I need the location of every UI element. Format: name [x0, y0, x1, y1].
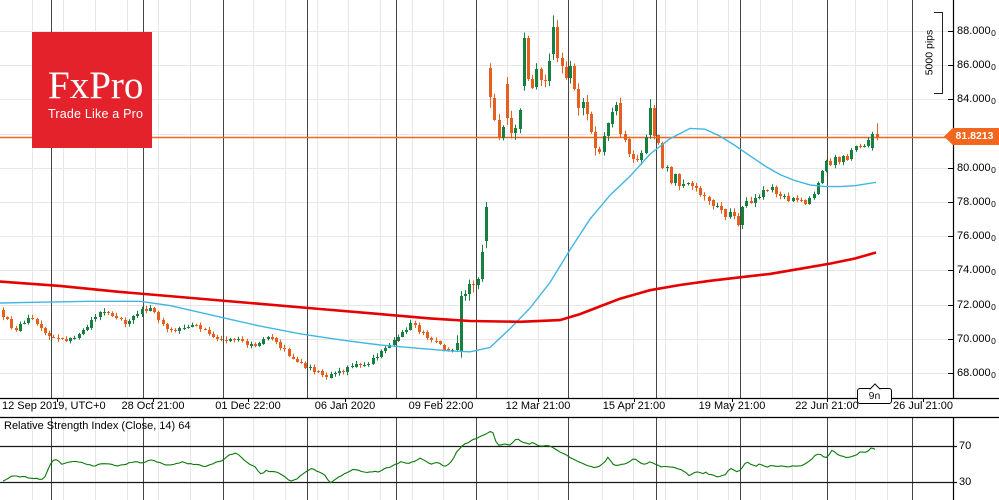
current-price-badge: 81.8213	[944, 128, 999, 145]
time-axis-label: 22 Jun 21:00	[795, 400, 859, 412]
price-axis-label: 80.0000	[957, 161, 996, 175]
time-axis-label: 15 Apr 21:00	[602, 400, 666, 412]
time-axis-label: 28 Oct 21:00	[121, 400, 185, 412]
price-axis-label: 88.0000	[957, 24, 996, 38]
price-axis-label: 68.0000	[957, 367, 996, 381]
fxpro-logo-wordmark: FxPro	[48, 64, 144, 107]
trading-chart-window: 88.0000 86.0000 84.0000 80.0000 78.0000 76.00…	[0, 0, 999, 500]
price-axis-label: 72.0000	[957, 298, 996, 312]
time-axis-label: 12 Mar 21:00	[505, 400, 571, 412]
time-axis-label: 09 Feb 22:00	[408, 400, 474, 412]
price-axis-label: 84.0000	[957, 93, 996, 107]
rsi-level-label: 70	[959, 440, 972, 452]
time-axis-label: 06 Jan 2020	[314, 400, 376, 412]
price-axis-label: 70.0000	[957, 332, 996, 346]
pips-measurement-label: 5000 pips	[923, 29, 936, 76]
time-axis-label: 26 Jul 21:00	[893, 400, 953, 412]
price-axis-label: 74.0000	[957, 264, 996, 278]
time-axis-label: 01 Dec 22:00	[215, 400, 281, 412]
price-axis-label: 86.0000	[957, 59, 996, 73]
rsi-level-label: 30	[959, 476, 972, 488]
fxpro-logo: FxPro Trade Like a Pro	[32, 32, 152, 148]
price-axis-label: 78.0000	[957, 196, 996, 209]
candle-countdown-badge[interactable]: 9h	[857, 388, 892, 404]
fxpro-logo-tagline: Trade Like a Pro	[48, 107, 144, 121]
price-axis-label: 76.0000	[957, 230, 996, 244]
rsi-indicator-label[interactable]: Relative Strength Index (Close, 14) 64	[4, 420, 191, 432]
rsi-line[interactable]	[2, 430, 876, 484]
ma-slow-line[interactable]	[0, 251, 877, 324]
time-axis-label: 19 May 21:00	[698, 400, 766, 412]
time-axis-label: 12 Sep 2019, UTC+0	[2, 400, 106, 412]
